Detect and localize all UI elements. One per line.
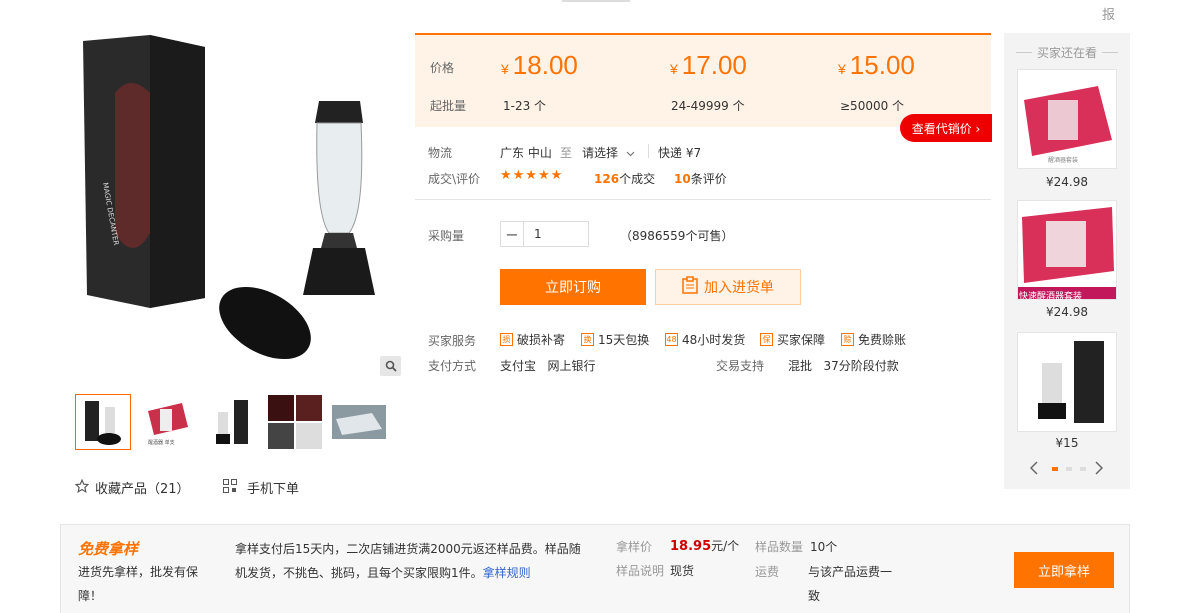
destination-select[interactable]: 请选择 bbox=[582, 144, 635, 161]
logistics-divider bbox=[648, 144, 649, 158]
chevron-down-icon bbox=[626, 146, 635, 160]
report-link[interactable]: 报 bbox=[1102, 4, 1115, 23]
recommend-price-2: ¥24.98 bbox=[1046, 305, 1088, 319]
sample-price: 18.95元/个 bbox=[670, 539, 740, 554]
logistics-label: 物流 bbox=[428, 146, 453, 160]
recommend-item-1[interactable]: 醒酒器套装 bbox=[1017, 69, 1117, 169]
carousel-dot-1[interactable] bbox=[1052, 467, 1058, 471]
sample-rule-link[interactable]: 拿样规则 bbox=[483, 566, 531, 580]
damage-icon: 损 bbox=[500, 333, 513, 346]
sample-ship-label: 运费 bbox=[755, 565, 780, 579]
clipboard-icon bbox=[682, 276, 698, 298]
favorite-label: 收藏产品（21） bbox=[95, 482, 190, 497]
recommend-price-3: ¥15 bbox=[1055, 436, 1079, 450]
price-tier-2: ¥17.00 bbox=[670, 50, 747, 80]
service-damage-resend[interactable]: 损破损补寄 bbox=[500, 331, 565, 348]
sample-rule: 拿样支付后15天内，二次店铺进货满2000元返还样品费。样品随机发货，不挑色、挑… bbox=[235, 542, 581, 580]
top-tab-indicator bbox=[562, 0, 630, 2]
review-count[interactable]: 10条评价 bbox=[674, 170, 727, 187]
thumbnail-2[interactable]: 醒酒器 单支 bbox=[139, 394, 195, 450]
view-agent-price-button[interactable]: 查看代销价 › bbox=[900, 114, 992, 142]
recommend-price-1: ¥24.98 bbox=[1046, 175, 1088, 189]
logistics-origin: 广东 中山 bbox=[500, 146, 552, 160]
sample-note-value: 现货 bbox=[670, 564, 695, 578]
express-fee: 快递 ¥7 bbox=[658, 146, 702, 160]
exchange-icon: 换 bbox=[581, 333, 594, 346]
rating-stars: ★★★★★ bbox=[500, 168, 564, 183]
carousel-dot-2[interactable] bbox=[1066, 467, 1072, 471]
trade-support-values: 混批 37分阶段付款 bbox=[788, 359, 899, 373]
price-label: 价格 bbox=[430, 61, 455, 75]
svg-text:醒酒器套装: 醒酒器套装 bbox=[1048, 156, 1078, 164]
free-sample-title: 免费拿样 bbox=[78, 540, 139, 558]
decrease-button[interactable]: − bbox=[501, 222, 524, 246]
thumbnail-1[interactable] bbox=[75, 394, 131, 450]
payment-methods: 支付宝 网上银行 bbox=[500, 359, 596, 373]
favorite-product[interactable]: 收藏产品（21） bbox=[74, 478, 190, 497]
payment-label: 支付方式 bbox=[428, 359, 477, 373]
service-48h-shipping[interactable]: 48 48小时发货 bbox=[665, 331, 745, 348]
quantity-input[interactable] bbox=[524, 222, 588, 246]
deals-label: 成交\评价 bbox=[428, 172, 481, 186]
shipping-icon: 48 bbox=[665, 333, 678, 346]
price-tier-3: ¥15.00 bbox=[838, 50, 915, 80]
qr-code-icon bbox=[223, 478, 237, 497]
get-sample-button[interactable]: 立即拿样 bbox=[1014, 552, 1114, 588]
available-stock: （8986559个可售） bbox=[620, 229, 734, 243]
services-label: 买家服务 bbox=[428, 334, 477, 348]
service-free-credit[interactable]: 赊免费赊账 bbox=[841, 331, 906, 348]
batch-label: 起批量 bbox=[430, 99, 467, 113]
thumbnail-strip: 醒酒器 单支 bbox=[75, 394, 387, 450]
batch-range-2: 24-49999 个 bbox=[671, 99, 745, 113]
recommend-item-3[interactable] bbox=[1017, 332, 1117, 432]
sidebar-title: 买家还在看 bbox=[1036, 46, 1097, 60]
service-buyer-protection[interactable]: 保买家保障 bbox=[760, 331, 825, 348]
destination-value: 请选择 bbox=[582, 146, 619, 160]
sample-ship-value: 与该产品运费一致 bbox=[808, 565, 893, 603]
free-sample-desc: 进货先拿样，批发有保障！ bbox=[78, 565, 199, 603]
mobile-order[interactable]: 手机下单 bbox=[223, 478, 299, 497]
shield-icon: 保 bbox=[760, 333, 773, 346]
deal-count[interactable]: 126个成交 bbox=[594, 170, 655, 187]
section-divider bbox=[415, 199, 991, 200]
product-main-image[interactable]: MAGIC DECANTER bbox=[75, 33, 405, 378]
mobile-order-label: 手机下单 bbox=[247, 482, 300, 497]
chevron-right-icon[interactable] bbox=[1095, 461, 1104, 478]
order-now-button[interactable]: 立即订购 bbox=[500, 269, 646, 305]
recommend-caption-2: 快速醒酒器套装 bbox=[1019, 292, 1083, 302]
batch-range-1: 1-23 个 bbox=[503, 99, 547, 113]
zoom-icon[interactable] bbox=[380, 356, 401, 376]
sample-note-label: 样品说明 bbox=[616, 564, 665, 578]
add-to-cart-button[interactable]: 加入进货单 bbox=[655, 269, 801, 305]
price-tier-1: ¥18.00 bbox=[501, 50, 578, 80]
credit-icon: 赊 bbox=[841, 333, 854, 346]
sample-qty-value: 10个 bbox=[810, 540, 838, 554]
thumbnail-4[interactable] bbox=[267, 394, 323, 450]
thumbnail-5[interactable] bbox=[331, 394, 387, 450]
free-sample-bar bbox=[60, 524, 1130, 613]
carousel-dot-3[interactable] bbox=[1080, 467, 1086, 471]
batch-range-3: ≥50000 个 bbox=[840, 99, 905, 113]
star-outline-icon bbox=[74, 478, 90, 497]
service-15-day-exchange[interactable]: 换 15天包换 bbox=[581, 331, 649, 348]
svg-text:醒酒器 单支: 醒酒器 单支 bbox=[148, 439, 175, 446]
quantity-stepper: − bbox=[500, 221, 589, 247]
purchase-qty-label: 采购量 bbox=[428, 229, 465, 243]
recommend-item-2[interactable] bbox=[1017, 200, 1117, 300]
chevron-left-icon[interactable] bbox=[1029, 461, 1038, 478]
sample-price-label: 拿样价 bbox=[616, 540, 653, 554]
add-to-cart-label: 加入进货单 bbox=[704, 280, 774, 296]
sample-qty-label: 样品数量 bbox=[755, 540, 804, 554]
trade-support-label: 交易支持 bbox=[716, 359, 765, 373]
logistics-to: 至 bbox=[560, 146, 573, 160]
thumbnail-3[interactable] bbox=[203, 394, 259, 450]
